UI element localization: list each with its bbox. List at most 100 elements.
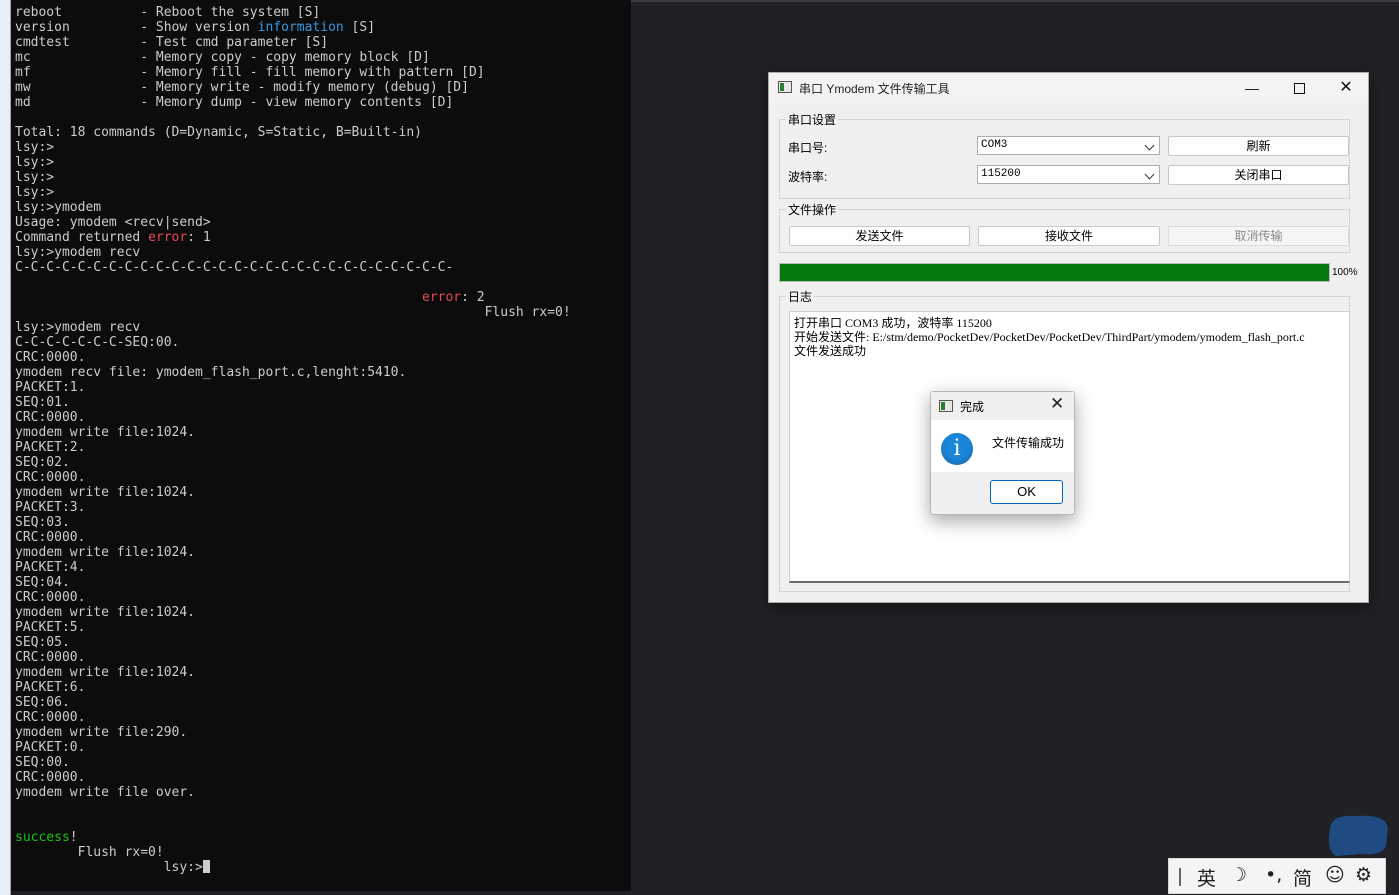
window-titlebar[interactable]: 串口 Ymodem 文件传输工具 — ✕	[769, 73, 1368, 103]
terminal-text: ymodem recv file: ymodem_flash_port.c,le…	[15, 365, 407, 380]
terminal-line: lsy:>ymodem recv	[15, 245, 140, 260]
terminal-line: lsy:>	[15, 170, 54, 185]
terminal-line: CRC:0000.	[15, 650, 85, 665]
app-window-icon	[939, 400, 953, 412]
terminal-text: CRC:0000.	[15, 770, 86, 785]
cancel-transfer-button[interactable]: 取消传输	[1168, 226, 1349, 246]
terminal-line: SEQ:02.	[15, 455, 70, 470]
send-file-button[interactable]: 发送文件	[789, 226, 970, 246]
terminal-text: ymodem write file:1024.	[15, 545, 196, 560]
ime-toolbar: 英 ☽ •, 简 ☺ ⚙	[1168, 858, 1386, 894]
terminal-line: PACKET:3.	[15, 500, 85, 515]
terminal-text: C-C-C-C-C-C-C-SEQ:00.	[15, 335, 180, 350]
terminal-line: CRC:0000.	[15, 590, 85, 605]
chevron-down-icon	[1144, 140, 1155, 151]
ymodem-tool-window: 串口 Ymodem 文件传输工具 — ✕ 串口设置 串口号: COM3 刷新 波…	[768, 72, 1369, 603]
terminal-text: cmdtest - Test cmd parameter [S]	[15, 35, 329, 50]
terminal-text: PACKET:3.	[15, 500, 86, 515]
receive-file-button[interactable]: 接收文件	[978, 226, 1160, 246]
close-button[interactable]: ✕	[1323, 73, 1369, 103]
terminal-text: ymodem write file over.	[15, 785, 196, 800]
terminal-text: : 1	[187, 230, 211, 245]
terminal-line: lsy:>ymodem	[15, 200, 101, 215]
terminal-line: mf - Memory fill - fill memory with patt…	[15, 65, 485, 80]
terminal-line: error: 2	[15, 290, 485, 305]
completion-dialog: 完成 ✕ i 文件传输成功 OK	[930, 391, 1075, 515]
terminal-line: PACKET:5.	[15, 620, 85, 635]
terminal-line: SEQ:00.	[15, 755, 70, 770]
terminal-line: PACKET:1.	[15, 380, 85, 395]
terminal-text: Flush rx=0!	[15, 305, 571, 320]
log-line: 开始发送文件: E:/stm/demo/PocketDev/PocketDev/…	[794, 330, 1305, 344]
terminal-text: ymodem write file:1024.	[15, 605, 196, 620]
chevron-down-icon	[1144, 169, 1155, 180]
terminal-text: version - Show version	[15, 20, 258, 35]
maximize-button[interactable]	[1276, 73, 1322, 103]
ok-button[interactable]: OK	[990, 480, 1063, 504]
terminal-line: PACKET:4.	[15, 560, 85, 575]
maximize-icon	[1293, 83, 1305, 94]
terminal-text: Total: 18 commands (D=Dynamic, S=Static,…	[15, 125, 422, 140]
terminal-line: lsy:>	[15, 140, 54, 155]
terminal-line: ymodem write file:290.	[15, 725, 187, 740]
ime-simplified-toggle[interactable]: 简	[1293, 864, 1312, 891]
terminal-line: CRC:0000.	[15, 770, 85, 785]
terminal-text: CRC:0000.	[15, 410, 86, 425]
terminal-text: success	[15, 830, 70, 845]
refresh-button[interactable]: 刷新	[1168, 136, 1349, 156]
terminal-line: ymodem recv file: ymodem_flash_port.c,le…	[15, 365, 406, 380]
port-label: 串口号:	[788, 141, 828, 155]
terminal-text: reboot - Reboot the system [S]	[15, 5, 321, 20]
terminal-line: SEQ:04.	[15, 575, 70, 590]
terminal-text: : 2	[461, 290, 485, 305]
terminal-text: CRC:0000.	[15, 470, 86, 485]
close-port-button[interactable]: 关闭串口	[1168, 165, 1349, 185]
terminal-line: PACKET:2.	[15, 440, 85, 455]
serial-settings-group	[779, 119, 1350, 199]
terminal-text: lsy:>	[15, 155, 55, 170]
terminal-text: Usage: ymodem <recv|send>	[15, 215, 211, 230]
terminal-text: mf - Memory fill - fill memory with patt…	[15, 65, 485, 80]
terminal-text: md - Memory dump - view memory contents …	[15, 95, 454, 110]
terminal-line: SEQ:06.	[15, 695, 70, 710]
terminal-text: Flush rx=0!	[15, 845, 164, 860]
terminal-line: Flush rx=0!	[15, 845, 164, 860]
terminal-text: SEQ:06.	[15, 695, 70, 710]
terminal-line: lsy:>	[15, 155, 54, 170]
dialog-close-button[interactable]: ✕	[1050, 394, 1064, 414]
terminal-text: PACKET:0.	[15, 740, 86, 755]
baud-label: 波特率:	[788, 170, 828, 184]
terminal-text: error	[148, 230, 188, 245]
ime-settings-gear-icon[interactable]: ⚙	[1355, 864, 1372, 886]
terminal-text: lsy:>	[15, 140, 55, 155]
dialog-titlebar[interactable]: 完成 ✕	[931, 392, 1074, 420]
terminal-line: C-C-C-C-C-C-C-SEQ:00.	[15, 335, 179, 350]
log-title: 日志	[786, 288, 815, 305]
terminal-text: lsy:>	[15, 185, 55, 200]
progress-fill	[780, 264, 1329, 281]
ime-punctuation-toggle[interactable]: •,	[1265, 864, 1282, 886]
top-edge	[631, 0, 1399, 2]
terminal-text: !	[69, 830, 78, 845]
terminal-line: success!	[15, 830, 78, 845]
ime-halfwidth-moon-icon[interactable]: ☽	[1230, 864, 1247, 886]
terminal-text: CRC:0000.	[15, 590, 86, 605]
terminal-line: ymodem write file:1024.	[15, 605, 195, 620]
terminal-line: Total: 18 commands (D=Dynamic, S=Static,…	[15, 125, 422, 140]
port-select[interactable]: COM3	[977, 136, 1160, 155]
terminal-line: PACKET:0.	[15, 740, 85, 755]
terminal-line: CRC:0000.	[15, 410, 85, 425]
terminal-line: PACKET:6.	[15, 680, 85, 695]
progress-percent: 100%	[1332, 267, 1358, 278]
ime-emoji-icon[interactable]: ☺	[1325, 864, 1345, 886]
minimize-button[interactable]: —	[1229, 73, 1275, 103]
ime-language-toggle[interactable]: 英	[1197, 864, 1216, 891]
log-line: 文件发送成功	[794, 344, 867, 358]
baud-select[interactable]: 115200	[977, 165, 1160, 184]
ime-grip-handle[interactable]	[1179, 868, 1181, 886]
terminal-text: CRC:0000.	[15, 710, 86, 725]
baud-select-value: 115200	[981, 168, 1021, 180]
terminal-output[interactable]: reboot - Reboot the system [S] version - …	[11, 0, 631, 891]
serial-settings-title: 串口设置	[786, 111, 839, 128]
